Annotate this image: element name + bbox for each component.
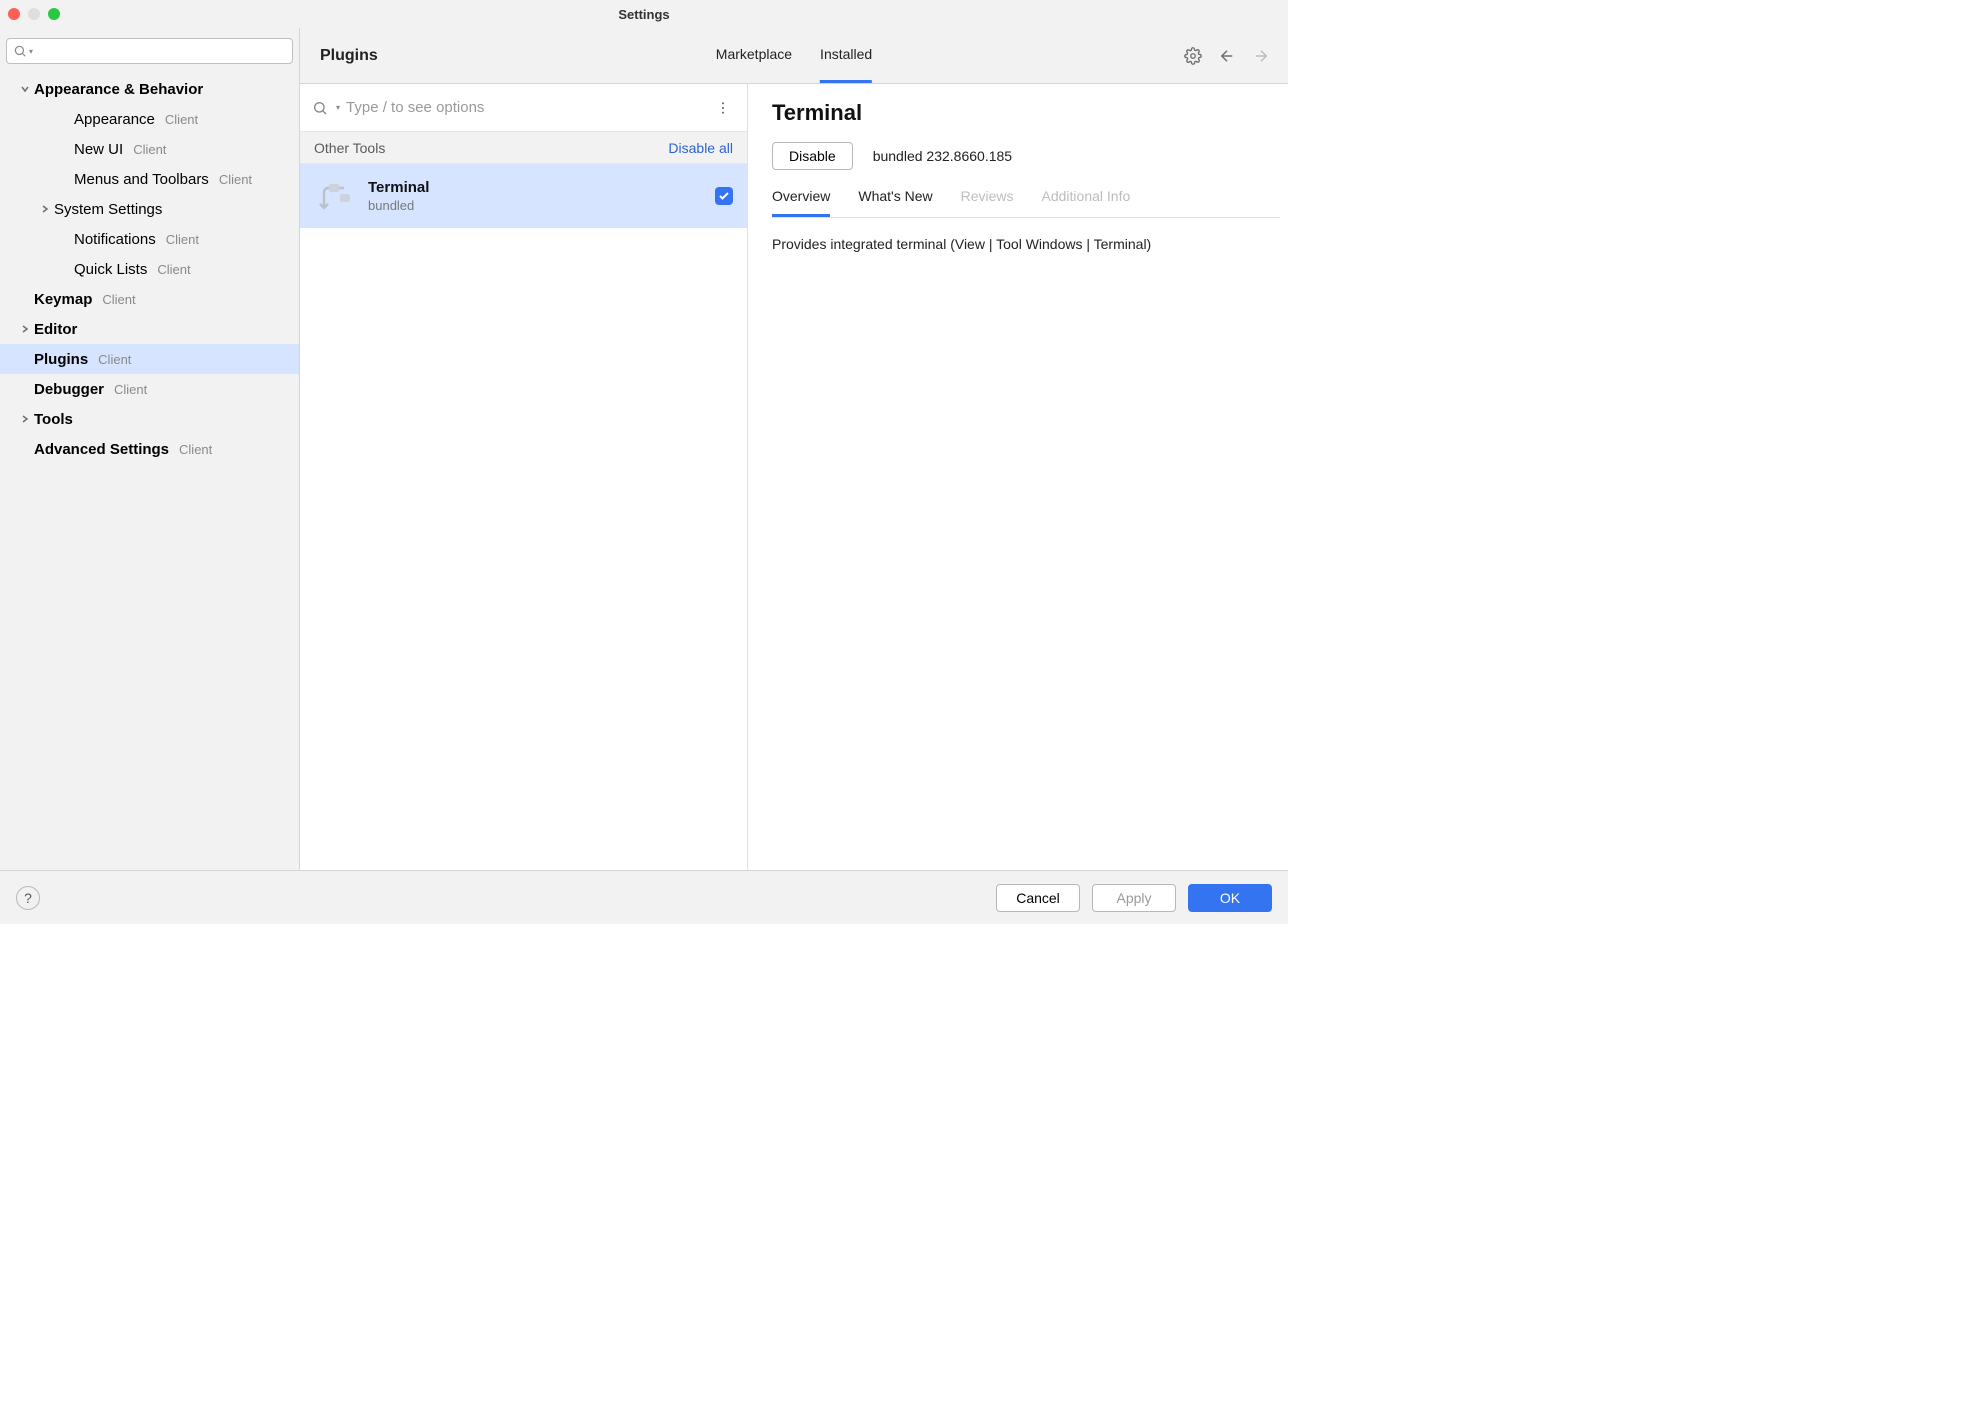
plugin-enabled-checkbox[interactable] [715,187,733,205]
main-tabs: Marketplace Installed [716,28,872,83]
header-right [1184,47,1270,65]
plugin-search: ▾ [300,84,747,132]
plugin-search-input[interactable] [344,98,711,117]
close-window-button[interactable] [8,8,20,20]
detail-tab-overview[interactable]: Overview [772,188,830,217]
plugin-group-title: Other Tools [314,140,385,156]
sidebar-item-label: System Settings [54,201,162,218]
detail-tab-additional-info: Additional Info [1042,188,1131,217]
tab-marketplace[interactable]: Marketplace [716,28,792,83]
expand-arrow-icon [18,84,32,94]
footer: ? Cancel Apply OK [0,870,1288,924]
client-badge: Client [98,352,131,367]
sidebar-item-label: Debugger [34,381,104,398]
sidebar-item-label: Keymap [34,291,92,308]
client-badge: Client [133,142,166,157]
plugin-sub: bundled [368,198,701,213]
detail-tab-reviews: Reviews [961,188,1014,217]
search-options-caret-icon: ▾ [336,103,340,112]
sidebar-item-tools[interactable]: Tools [0,404,299,434]
client-badge: Client [114,382,147,397]
disable-button[interactable]: Disable [772,142,853,170]
plugin-name: Terminal [368,179,701,196]
sidebar-item-debugger[interactable]: ·DebuggerClient [0,374,299,404]
sidebar-item-advanced-settings[interactable]: ·Advanced SettingsClient [0,434,299,464]
client-badge: Client [165,112,198,127]
client-badge: Client [219,172,252,187]
main-header: Plugins Marketplace Installed [300,28,1288,84]
body: ▾ Appearance & Behavior·AppearanceClient… [0,28,1288,870]
detail-tab-what-s-new[interactable]: What's New [858,188,932,217]
tab-installed[interactable]: Installed [820,28,872,83]
sidebar-search[interactable]: ▾ [6,38,293,64]
window-title: Settings [618,7,669,22]
content: ▾ Other Tools Disable all [300,84,1288,870]
sidebar-item-appearance-behavior[interactable]: Appearance & Behavior [0,74,299,104]
ok-button[interactable]: OK [1188,884,1272,912]
sidebar-search-input[interactable] [37,43,286,60]
search-icon [13,44,27,58]
sidebar: ▾ Appearance & Behavior·AppearanceClient… [0,28,300,870]
main: Plugins Marketplace Installed [300,28,1288,870]
sidebar-item-label: Plugins [34,351,88,368]
plugin-detail: Terminal Disable bundled 232.8660.185 Ov… [748,84,1288,870]
sidebar-item-label: Appearance & Behavior [34,81,203,98]
window-controls [8,8,60,20]
nav-forward-icon[interactable] [1252,47,1270,65]
help-button[interactable]: ? [16,886,40,910]
sidebar-item-plugins[interactable]: ·PluginsClient [0,344,299,374]
detail-actions: Disable bundled 232.8660.185 [772,142,1280,170]
plugin-row-text: Terminal bundled [368,179,701,213]
sidebar-item-keymap[interactable]: ·KeymapClient [0,284,299,314]
detail-version: bundled 232.8660.185 [873,148,1012,164]
sidebar-item-system-settings[interactable]: System Settings [0,194,299,224]
sidebar-item-notifications[interactable]: ·NotificationsClient [0,224,299,254]
kebab-menu-icon[interactable] [711,96,735,120]
titlebar: Settings [0,0,1288,28]
sidebar-item-quick-lists[interactable]: ·Quick ListsClient [0,254,299,284]
sidebar-item-label: Quick Lists [74,261,147,278]
client-badge: Client [157,262,190,277]
detail-tabs: Overview What's New Reviews Additional Info [772,188,1280,218]
main-title: Plugins [320,47,378,65]
gear-icon[interactable] [1184,47,1202,65]
plugin-list: ▾ Other Tools Disable all [300,84,748,870]
search-icon [312,100,328,116]
apply-button[interactable]: Apply [1092,884,1176,912]
plugin-group-header: Other Tools Disable all [300,132,747,164]
sidebar-item-label: Notifications [74,231,156,248]
nav-back-icon[interactable] [1218,47,1236,65]
client-badge: Client [102,292,135,307]
plugin-row-terminal[interactable]: Terminal bundled [300,164,747,228]
client-badge: Client [166,232,199,247]
sidebar-search-wrap: ▾ [0,28,299,70]
sidebar-item-new-ui[interactable]: ·New UIClient [0,134,299,164]
plugin-icon [314,176,354,216]
expand-arrow-icon [18,414,32,424]
sidebar-item-label: New UI [74,141,123,158]
search-options-caret-icon: ▾ [29,47,33,56]
sidebar-item-menus-and-toolbars[interactable]: ·Menus and ToolbarsClient [0,164,299,194]
sidebar-item-label: Advanced Settings [34,441,169,458]
sidebar-item-label: Appearance [74,111,155,128]
sidebar-item-editor[interactable]: Editor [0,314,299,344]
detail-title: Terminal [772,100,1280,126]
settings-window: Settings ▾ Appearance & Behavior·Appeara… [0,0,1288,924]
settings-tree: Appearance & Behavior·AppearanceClient·N… [0,70,299,870]
sidebar-item-label: Tools [34,411,73,428]
expand-arrow-icon [38,204,52,214]
sidebar-item-appearance[interactable]: ·AppearanceClient [0,104,299,134]
maximize-window-button[interactable] [48,8,60,20]
cancel-button[interactable]: Cancel [996,884,1080,912]
expand-arrow-icon [18,324,32,334]
detail-description: Provides integrated terminal (View | Too… [772,218,1280,270]
disable-all-link[interactable]: Disable all [668,140,733,156]
client-badge: Client [179,442,212,457]
sidebar-item-label: Editor [34,321,77,338]
minimize-window-button[interactable] [28,8,40,20]
sidebar-item-label: Menus and Toolbars [74,171,209,188]
